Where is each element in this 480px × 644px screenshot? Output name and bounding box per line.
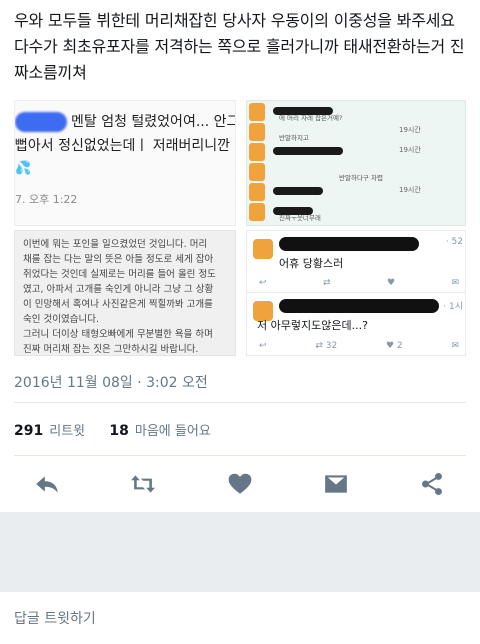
retweet-icon: ⇄ 32 xyxy=(315,341,338,351)
like-stat[interactable]: 18 마음에 들어요 xyxy=(109,423,210,439)
chat-row: 19시간 xyxy=(249,143,463,163)
chat-line-1: 멘탈 엄청 털렸었어여... 안그 xyxy=(71,114,236,130)
media-image-3[interactable]: 이번에 뭐는 포인을 일으켰었던 것입니다. 머리 채를 잡는 다는 말의 뜻은… xyxy=(14,230,236,356)
chat-row: 반말하지고 19시간 xyxy=(249,123,463,143)
like-button[interactable] xyxy=(225,470,255,498)
chat-line-2: 뻡아서 정신없었는데ㅣ 저래버리니깐 xyxy=(15,138,230,154)
statement-line: 쥐었다는 것인데 실제로는 머리를 들어 올린 정도 xyxy=(23,269,216,280)
chat-row: 에 머리 자레 잡은거예? xyxy=(249,103,463,123)
redaction-bar xyxy=(273,147,343,155)
chat-row: 19시간 xyxy=(249,183,463,203)
avatar xyxy=(249,183,265,201)
redaction-blur xyxy=(15,112,67,132)
tweet-timestamp[interactable]: 2016년 11월 08일 · 3:02 오전 xyxy=(14,372,208,392)
divider xyxy=(14,455,466,456)
statement-line: 그러니 더이상 태형오빠에게 무분별한 욕을 하며 xyxy=(23,329,213,340)
retweet-stat[interactable]: 291 리트윗 xyxy=(14,423,85,439)
redaction-bar xyxy=(279,299,439,313)
statement-line: 진짜 머리채 잡는 짓은 그만하시길 바랍니다. xyxy=(23,344,199,355)
statement-line: 숙인 것이였습니다. xyxy=(23,314,99,325)
avatar xyxy=(249,143,265,161)
media-grid[interactable]: 멘탈 엄청 털렸었어여... 안그 뻡아서 정신없었는데ㅣ 저래버리니깐 💦 7… xyxy=(14,100,466,356)
share-button[interactable] xyxy=(417,470,447,498)
retweet-icon: ⇄ xyxy=(322,278,331,288)
avatar xyxy=(249,163,265,181)
avatar xyxy=(249,103,265,121)
reply-card: · 52 어휴 당황스러 ↩ ⇄ ♥ ✉ xyxy=(247,231,465,293)
retweet-button[interactable] xyxy=(128,470,158,498)
media-image-4[interactable]: · 52 어휴 당황스러 ↩ ⇄ ♥ ✉ · 1시 저 아무렇지도않은데...? ↩ ⇄… xyxy=(246,230,466,356)
reply-card: · 1시 저 아무렇지도않은데...? ↩ ⇄ 32 ♥ 2 ✉ xyxy=(247,293,465,355)
share-icon xyxy=(422,472,442,496)
media-image-2[interactable]: 에 머리 자레 잡은거예? 반말하지고 19시간 19시간 반말하다구 차렵 19… xyxy=(246,100,466,226)
redaction-bar xyxy=(273,187,323,195)
chat-row: 반말하다구 차렵 xyxy=(249,163,463,183)
heart-icon: ♥ 2 xyxy=(385,341,403,351)
mini-actions: ↩ ⇄ ♥ ✉ xyxy=(259,278,459,288)
tweet-stats: 291 리트윗 18 마음에 들어요 xyxy=(14,420,211,439)
divider xyxy=(14,402,466,403)
separator-panel xyxy=(0,512,480,592)
mini-actions: ↩ ⇄ 32 ♥ 2 ✉ xyxy=(259,341,459,351)
sweat-drops: 💦 xyxy=(15,161,32,176)
heart-icon xyxy=(228,473,252,494)
retweet-icon xyxy=(131,475,155,493)
reply-icon xyxy=(36,476,58,493)
tweet-text: 우와 모두들 뷔한테 머리채잡힌 당사자 우동이의 이중성을 봐주세요 다수가 … xyxy=(14,11,465,82)
statement-line: 였고, 아파서 고개를 숙인게 아니라 그냥 그 상황 xyxy=(23,284,214,295)
redaction-bar xyxy=(279,237,419,251)
reply-button[interactable] xyxy=(32,470,62,498)
dm-button[interactable] xyxy=(321,470,351,498)
avatar xyxy=(249,123,265,141)
statement-line: 이 민망해서 혹여나 사진같은게 찍힐까봐 고개를 xyxy=(23,299,213,310)
reply-icon: ↩ xyxy=(259,341,267,351)
dm-icon xyxy=(325,475,347,493)
dm-icon: ✉ xyxy=(451,278,459,288)
statement-line: 이번에 뭐는 포인을 일으켰었던 것입니다. 머리 xyxy=(23,239,208,250)
reply-input[interactable]: 답글 트윗하기 xyxy=(14,608,96,628)
tweet-actions xyxy=(0,466,480,500)
avatar xyxy=(253,239,273,259)
chat-row: 진짜ㅜ웃너무래 xyxy=(249,203,463,223)
reply-icon: ↩ xyxy=(259,278,267,288)
dm-icon: ✉ xyxy=(451,341,459,351)
avatar xyxy=(249,203,265,221)
heart-icon: ♥ xyxy=(386,278,396,288)
media-image-1[interactable]: 멘탈 엄청 털렸었어여... 안그 뻡아서 정신없었는데ㅣ 저래버리니깐 💦 7… xyxy=(14,100,236,226)
statement-line: 채를 잡는 다는 말의 뜻은 아들 정도로 세게 잡아 xyxy=(23,254,214,265)
chat-time: 7. 오후 1:22 xyxy=(15,193,78,206)
